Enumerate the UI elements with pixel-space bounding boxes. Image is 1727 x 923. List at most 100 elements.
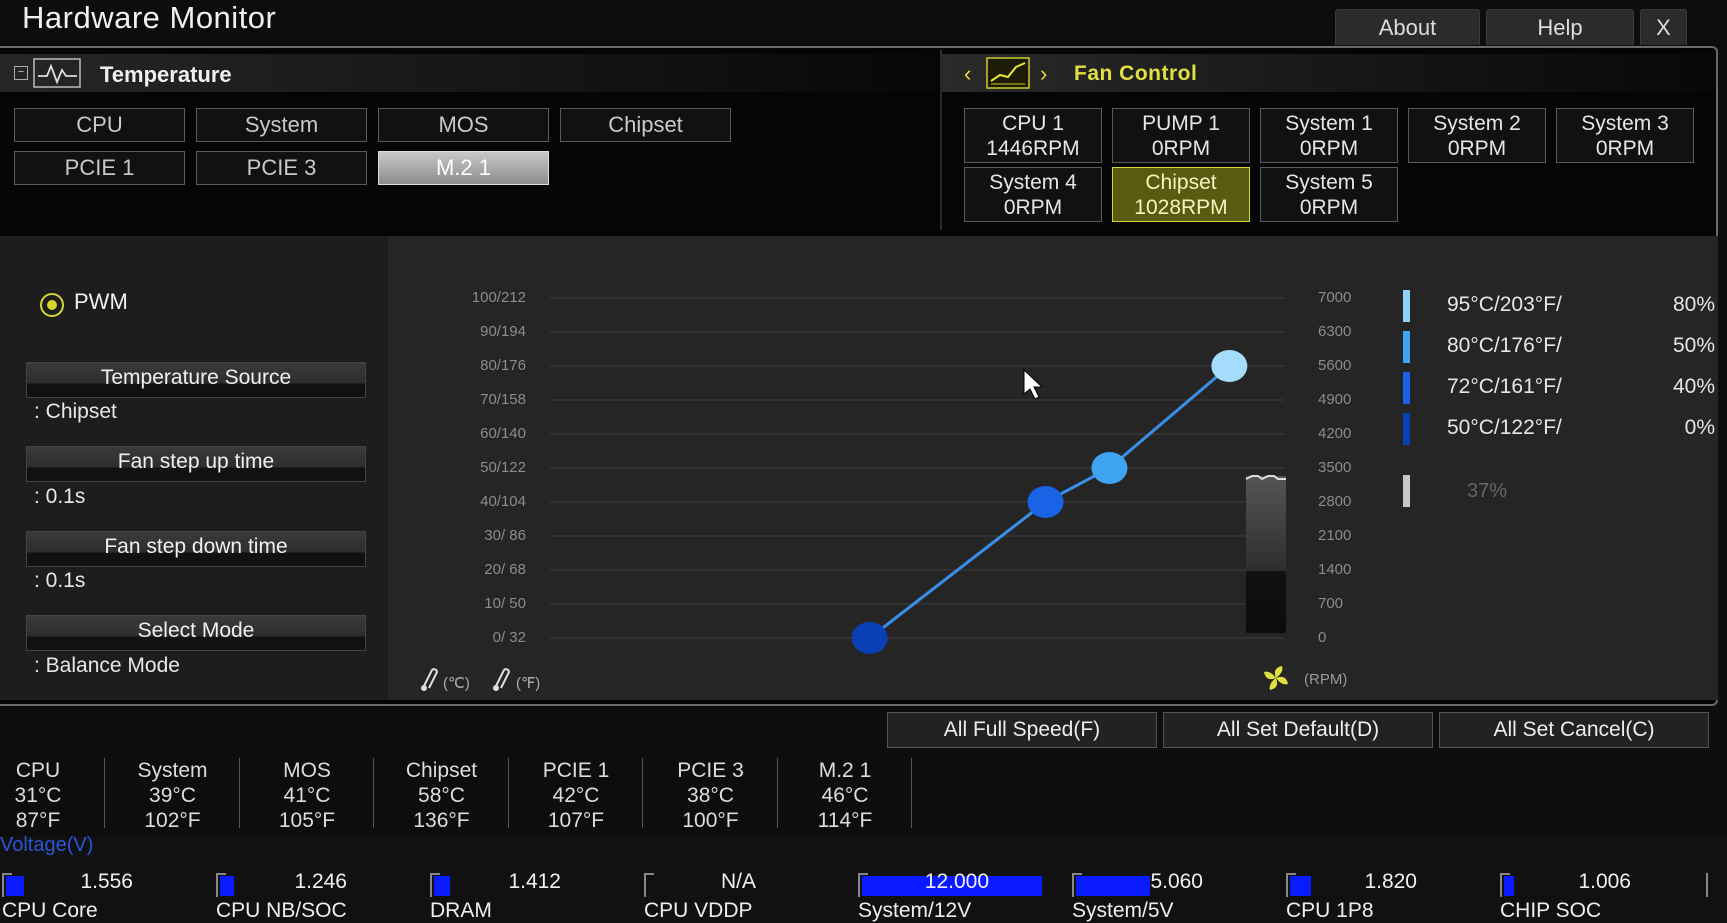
fan-name: System 4 bbox=[989, 170, 1077, 194]
temp-readout-f: 100°F bbox=[682, 809, 739, 832]
temp-readout-c: 38°C bbox=[687, 784, 734, 807]
legend-percent: 50% bbox=[1672, 334, 1715, 357]
close-button[interactable]: X bbox=[1640, 9, 1687, 45]
current-duty-percent: 37% bbox=[1467, 480, 1508, 502]
legend-swatch bbox=[1403, 475, 1410, 507]
legend-temp: 95°C/203°F/ bbox=[1447, 293, 1562, 316]
temperature-title: Temperature bbox=[100, 62, 232, 87]
fan-name: System 5 bbox=[1285, 170, 1373, 194]
legend-row: 95°C/203°F/80% bbox=[1395, 290, 1715, 324]
legend-percent: 80% bbox=[1672, 293, 1715, 316]
fan-step-down-value: : 0.1s bbox=[34, 569, 86, 592]
legend-swatch bbox=[1403, 413, 1410, 445]
axis-unit-f: (℉) bbox=[516, 675, 540, 692]
voltage-value: 1.556 bbox=[80, 870, 133, 893]
temp-source-chipset[interactable]: Chipset bbox=[560, 108, 731, 142]
fan-icon bbox=[1264, 666, 1288, 690]
voltage-value: 1.246 bbox=[294, 870, 347, 893]
temperature-source-value: : Chipset bbox=[34, 400, 117, 423]
curve-point-handle[interactable] bbox=[1027, 486, 1064, 518]
temp-source-pcie1[interactable]: PCIE 1 bbox=[14, 151, 185, 185]
voltage-value: 5.060 bbox=[1150, 870, 1203, 893]
temperature-chart-icon bbox=[33, 58, 81, 88]
legend-swatch bbox=[1403, 290, 1410, 322]
fan-button-chipset[interactable]: Chipset 1028RPM bbox=[1112, 167, 1250, 222]
temp-readout: PCIE 1 42°C 107°F bbox=[516, 758, 636, 833]
fan-control-title: Fan Control bbox=[1074, 62, 1198, 85]
collapse-icon[interactable]: − bbox=[14, 66, 28, 80]
voltage-value: 1.820 bbox=[1364, 870, 1417, 893]
temp-source-m2-1[interactable]: M.2 1 bbox=[378, 151, 549, 185]
temp-readout-name: M.2 1 bbox=[818, 759, 872, 782]
voltage-label: CPU NB/SOC bbox=[216, 899, 347, 922]
temperature-source-button[interactable]: Temperature Source bbox=[26, 362, 366, 398]
legend-temp: 80°C/176°F/ bbox=[1447, 334, 1562, 357]
voltage-value: 1.412 bbox=[508, 870, 561, 893]
fan-name: System 1 bbox=[1285, 111, 1373, 135]
temp-readout-name: MOS bbox=[283, 759, 331, 782]
all-set-default-button[interactable]: All Set Default(D) bbox=[1163, 712, 1433, 748]
curve-point-handle[interactable] bbox=[1211, 350, 1248, 382]
help-button[interactable]: Help bbox=[1486, 9, 1634, 45]
fan-button-system1[interactable]: System 1 0RPM bbox=[1260, 108, 1398, 163]
fan-name: System 3 bbox=[1581, 111, 1669, 135]
thermometer-icon bbox=[421, 668, 439, 691]
pwm-label: PWM bbox=[74, 289, 128, 314]
temp-readout-c: 41°C bbox=[283, 784, 331, 807]
voltage-label: CPU VDDP bbox=[644, 899, 753, 922]
temp-readout-c: 42°C bbox=[552, 784, 600, 807]
fan-button-pump1[interactable]: PUMP 1 0RPM bbox=[1112, 108, 1250, 163]
select-mode-button[interactable]: Select Mode bbox=[26, 615, 366, 651]
voltage-label: CPU Core bbox=[2, 899, 98, 922]
temp-readout-c: 31°C bbox=[14, 784, 62, 807]
legend-row: 50°C/122°F/0% bbox=[1395, 413, 1715, 447]
voltage-label: DRAM bbox=[430, 899, 492, 922]
all-full-speed-button[interactable]: All Full Speed(F) bbox=[887, 712, 1157, 748]
fan-button-system4[interactable]: System 4 0RPM bbox=[964, 167, 1102, 222]
curve-point-handle[interactable] bbox=[851, 622, 888, 654]
all-set-cancel-button[interactable]: All Set Cancel(C) bbox=[1439, 712, 1709, 748]
temp-readout-name: PCIE 3 bbox=[677, 759, 744, 782]
temp-readout-name: Chipset bbox=[405, 759, 478, 782]
fan-rpm: 1028RPM bbox=[1134, 195, 1228, 219]
temp-readout: CPU 31°C 87°F bbox=[0, 758, 98, 833]
voltage-gauge-end bbox=[1706, 873, 1708, 897]
fan-button-system3[interactable]: System 3 0RPM bbox=[1556, 108, 1694, 163]
mouse-cursor-icon bbox=[1023, 368, 1044, 400]
temp-readout: PCIE 3 38°C 100°F bbox=[651, 758, 771, 833]
fan-button-system2[interactable]: System 2 0RPM bbox=[1408, 108, 1546, 163]
fan-step-up-value: : 0.1s bbox=[34, 485, 86, 508]
temp-source-pcie3[interactable]: PCIE 3 bbox=[196, 151, 367, 185]
fan-rpm: 0RPM bbox=[1003, 195, 1063, 219]
about-button[interactable]: About bbox=[1335, 9, 1480, 45]
fan-button-system5[interactable]: System 5 0RPM bbox=[1260, 167, 1398, 222]
fan-curve-chart[interactable]: (℃) (℉) (RPM) bbox=[388, 236, 1388, 700]
legend-row: 72°C/161°F/40% bbox=[1395, 372, 1715, 406]
pwm-radio[interactable] bbox=[40, 293, 64, 317]
voltage-label: System/12V bbox=[858, 899, 972, 922]
curve-point-handle[interactable] bbox=[1091, 452, 1128, 484]
fan-step-up-button[interactable]: Fan step up time bbox=[26, 446, 366, 482]
legend-percent: 0% bbox=[1684, 416, 1715, 439]
temp-source-system[interactable]: System bbox=[196, 108, 367, 142]
temp-readout-f: 136°F bbox=[413, 809, 470, 832]
voltage-label: CPU 1P8 bbox=[1286, 899, 1374, 922]
temp-readout-c: 39°C bbox=[149, 784, 196, 807]
prev-arrow-icon[interactable]: ‹ bbox=[964, 61, 971, 87]
temp-source-cpu[interactable]: CPU bbox=[14, 108, 185, 142]
fan-name: System 2 bbox=[1433, 111, 1521, 135]
radio-dot-icon bbox=[47, 300, 57, 310]
temp-readout-name: System bbox=[137, 759, 208, 782]
fan-step-down-button[interactable]: Fan step down time bbox=[26, 531, 366, 567]
readout-divider bbox=[776, 758, 778, 828]
next-arrow-icon[interactable]: › bbox=[1040, 61, 1047, 87]
readout-divider bbox=[238, 758, 240, 828]
legend-percent: 40% bbox=[1672, 375, 1715, 398]
fan-rpm: 1446RPM bbox=[986, 136, 1080, 160]
thermometer-icon bbox=[493, 668, 511, 691]
fan-button-cpu1[interactable]: CPU 1 1446RPM bbox=[964, 108, 1102, 163]
temp-source-mos[interactable]: MOS bbox=[378, 108, 549, 142]
fan-rpm: 0RPM bbox=[1299, 195, 1359, 219]
legend-swatch bbox=[1403, 372, 1410, 404]
voltage-value: 12.000 bbox=[924, 870, 989, 893]
